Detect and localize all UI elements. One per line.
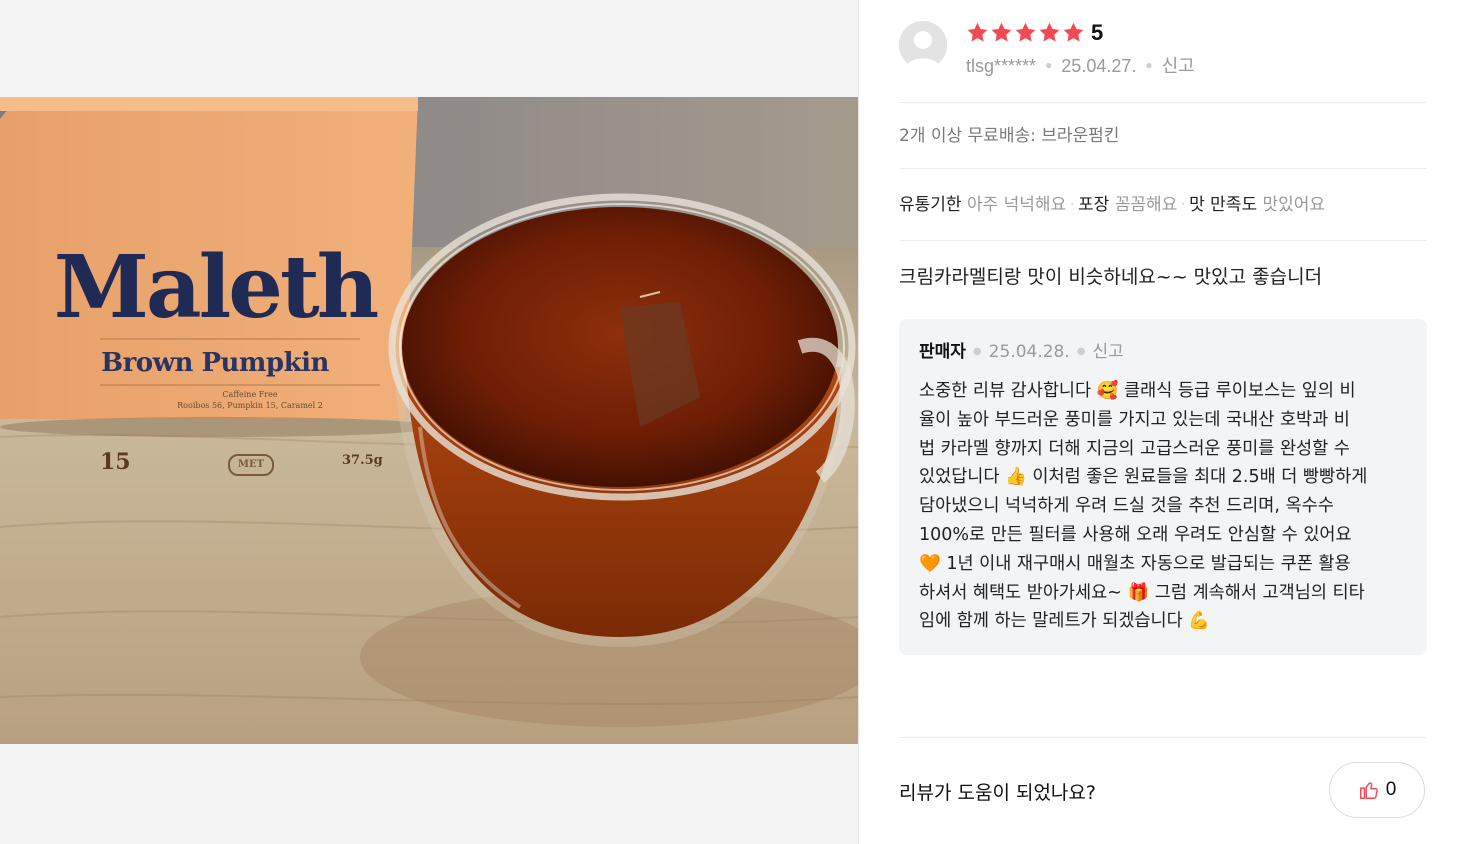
box-small-text: Caffeine Free Rooibos 56, Pumpkin 15, Ca… [150, 389, 350, 411]
reply-line: 100%로 만든 필터를 사용해 오래 우려도 안심할 수 있어요 [919, 524, 1352, 545]
reply-line: 담아냈으니 넉넉하게 우려 드실 것을 추천 드리며, 옥수수 [919, 496, 1334, 517]
tag-key: 포장 [1078, 195, 1110, 215]
separator-dot: ● [1145, 58, 1153, 72]
purchase-option: 2개 이상 무료배송: 브라운펌킨 [899, 126, 1120, 146]
review-date: 25.04.27. [1061, 56, 1137, 76]
separator-dot: · [1070, 197, 1075, 211]
rating-stars [966, 20, 1085, 44]
avatar [899, 21, 947, 69]
tag-value: 아주 넉넉해요 [966, 195, 1067, 215]
reply-line: 소중한 리뷰 감사합니다 🥰 클래식 등급 루이보스는 잎의 비 [919, 381, 1356, 401]
divider [899, 168, 1427, 169]
reply-line: 율이 높아 부드러운 풍미를 가지고 있는데 국내산 호박과 비 [919, 409, 1350, 430]
separator-dot: · [1181, 197, 1186, 211]
reply-line: 임에 함께 하는 말레트가 되겠습니다 💪 [919, 611, 1211, 632]
seller-name: 판매자 [919, 342, 966, 362]
report-link[interactable]: 신고 [1162, 56, 1195, 76]
box-logo-text: MET [228, 454, 274, 476]
review-tags: 유통기한 아주 넉넉해요 · 포장 꼼꼼해요 · 맛 만족도 맛있어요 [899, 192, 1325, 217]
review-body: 크림카라멜티랑 맛이 비슷하네요~~ 맛있고 좋습니더 [899, 266, 1323, 288]
tag-value: 맛있어요 [1262, 195, 1326, 215]
tag-key: 맛 만족도 [1189, 195, 1258, 215]
photo-viewer: Maleth Brown Pumpkin Caffeine Free Rooib… [0, 0, 859, 844]
star-icon [1015, 22, 1036, 42]
helpful-question: 리뷰가 도움이 되었나요? [899, 782, 1096, 804]
reply-line: 있었답니다 👍 이처럼 좋은 원료들을 최대 2.5배 더 빵빵하게 [919, 467, 1368, 488]
tag-key: 유통기한 [899, 195, 962, 215]
review-panel: 5 tlsg****** ● 25.04.27. ● 신고 2개 이상 무료배송: 브라… [899, 0, 1427, 844]
review-photo-illustration [0, 97, 858, 744]
separator-dot: ● [1076, 346, 1086, 357]
star-icon [967, 22, 988, 42]
seller-reply-date: 25.04.28. [988, 342, 1070, 362]
star-icon [1063, 22, 1084, 42]
seller-reply: 판매자 ● 25.04.28. ● 신고 소중한 리뷰 감사합니다 🥰 클래식 등급 루… [899, 319, 1427, 655]
seller-report-link[interactable]: 신고 [1093, 342, 1124, 362]
helpful-button[interactable]: 0 [1329, 762, 1425, 818]
divider [899, 102, 1427, 103]
divider [899, 737, 1427, 738]
box-brand-text: Maleth [53, 237, 380, 338]
thumbs-up-icon [1359, 782, 1378, 799]
box-weight-text: 37.5g [342, 453, 383, 468]
box-small-line: Rooibos 56, Pumpkin 15, Caramel 2 [177, 401, 323, 410]
review-meta: tlsg****** ● 25.04.27. ● 신고 [966, 53, 1195, 78]
rating-value: 5 [1091, 20, 1104, 45]
reviewer-id: tlsg****** [966, 56, 1037, 76]
review-detail-page: Maleth Brown Pumpkin Caffeine Free Rooib… [0, 0, 1458, 844]
reply-line: 하셔서 혜택도 받아가세요~ 🎁 그럼 계속해서 고객님의 티타 [919, 582, 1365, 603]
helpful-count: 0 [1385, 779, 1397, 800]
separator-dot: ● [1045, 58, 1053, 72]
seller-reply-header: 판매자 ● 25.04.28. ● 신고 [919, 341, 1407, 363]
tag-value: 꼼꼼해요 [1114, 195, 1178, 215]
box-subtitle-text: Brown Pumpkin [101, 348, 329, 378]
star-icon [991, 22, 1012, 42]
box-small-line: Caffeine Free [222, 390, 278, 399]
default-avatar-icon [899, 21, 947, 69]
seller-reply-body: 소중한 리뷰 감사합니다 🥰 클래식 등급 루이보스는 잎의 비 율이 높아 부… [919, 377, 1409, 636]
box-count-text: 15 [100, 449, 131, 475]
divider [899, 240, 1427, 241]
reply-line: 법 카라멜 향까지 더해 지금의 고급스러운 풍미를 완성할 수 [919, 438, 1350, 459]
separator-dot: ● [972, 346, 982, 357]
star-icon [1039, 22, 1060, 42]
reply-line: 🧡 1년 이내 재구매시 매월초 자동으로 발급되는 쿠폰 활용 [919, 553, 1351, 574]
review-photo[interactable]: Maleth Brown Pumpkin Caffeine Free Rooib… [0, 97, 858, 744]
